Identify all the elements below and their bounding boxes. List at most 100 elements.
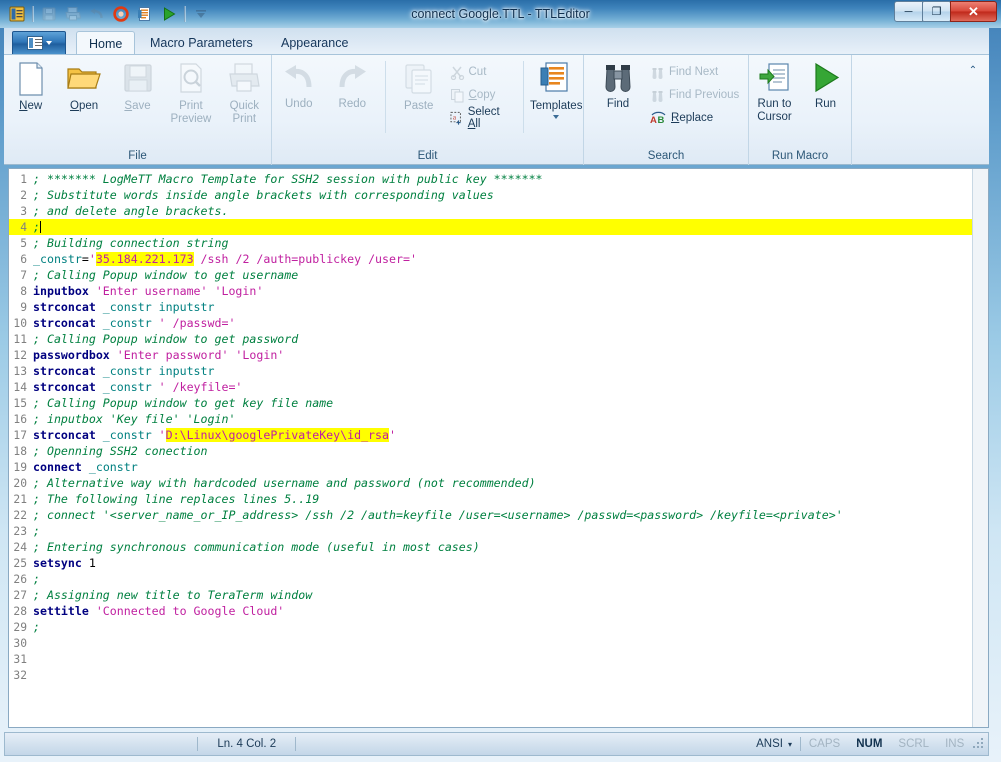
code-line-text[interactable]: ; [33,524,40,538]
code-line[interactable]: 18 ; Openning SSH2 conection [9,443,988,459]
code-line[interactable]: 28 settitle 'Connected to Google Cloud' [9,603,988,619]
code-line[interactable]: 23; [9,523,988,539]
code-line[interactable]: 29; [9,619,988,635]
find-previous-button[interactable]: Find Previous [646,85,743,105]
code-line[interactable]: 30 [9,635,988,651]
chevron-down-icon[interactable]: ▾ [788,740,792,749]
minimize-ribbon-icon[interactable]: ⌃ [965,63,981,77]
code-lines[interactable]: 1 ; ******* LogMeTT Macro Template for SS… [9,171,988,683]
run-icon[interactable] [158,3,180,25]
code-line[interactable]: 13 strconcat _constr inputstr [9,363,988,379]
cut-button[interactable]: Cut [446,62,517,82]
redo-button[interactable]: Redo [326,57,380,133]
code-line[interactable]: 1 ; ******* LogMeTT Macro Template for SS… [9,171,988,187]
tab-macro-parameters[interactable]: Macro Parameters [138,31,265,55]
code-line-text[interactable]: inputbox 'Enter username' 'Login' [33,284,263,298]
code-line-text[interactable]: ; Entering synchronous communication mod… [33,540,480,554]
chevron-down-icon[interactable] [190,3,212,25]
stop-record-icon[interactable] [110,3,132,25]
undo-icon[interactable] [86,3,108,25]
maximize-button[interactable]: ❐ [922,1,951,22]
close-button[interactable]: ✕ [950,1,997,22]
code-line[interactable]: 8 inputbox 'Enter username' 'Login' [9,283,988,299]
code-line-text[interactable]: settitle 'Connected to Google Cloud' [33,604,284,618]
new-button[interactable]: New [4,57,57,133]
code-line[interactable]: 9 strconcat _constr inputstr [9,299,988,315]
app-icon[interactable] [6,3,28,25]
code-line[interactable]: 16 ; inputbox 'Key file' 'Login' [9,411,988,427]
code-line-text[interactable]: ; Alternative way with hardcoded usernam… [33,476,536,490]
code-line[interactable]: 7 ; Calling Popup window to get username [9,267,988,283]
code-line[interactable]: 22 ; connect '<server_name_or_IP_address>… [9,507,988,523]
code-line[interactable]: 32 [9,667,988,683]
paste-button[interactable]: Paste [392,57,446,133]
select-all-button[interactable]: a Select All [446,106,517,130]
open-button[interactable]: Open [57,57,110,133]
code-line-text[interactable]: ; Openning SSH2 conection [33,444,208,458]
code-line-text[interactable]: ; [33,572,40,586]
code-line[interactable]: 4; [9,219,988,235]
code-line[interactable]: 17 strconcat _constr 'D:\Linux\googlePriv… [9,427,988,443]
tab-appearance[interactable]: Appearance [269,31,360,55]
code-line[interactable]: 25 setsync 1 [9,555,988,571]
code-line[interactable]: 27 ; Assigning new title to TeraTerm wind… [9,587,988,603]
code-line-text[interactable]: connect _constr [33,460,138,474]
code-line-text[interactable]: ; Calling Popup window to get username [33,268,298,282]
replace-button[interactable]: A B Replace [646,108,743,128]
find-next-button[interactable]: Find Next [646,62,743,82]
code-line[interactable]: 15 ; Calling Popup window to get key file… [9,395,988,411]
copy-button[interactable]: Copy [446,85,517,105]
code-line-text[interactable]: ; [33,220,41,234]
code-line-text[interactable]: ; Calling Popup window to get key file n… [33,396,333,410]
code-line[interactable]: 11 ; Calling Popup window to get password [9,331,988,347]
code-line[interactable]: 20 ; Alternative way with hardcoded usern… [9,475,988,491]
print-preview-button[interactable]: Print Preview [164,57,217,133]
minimize-button[interactable]: ─ [894,1,923,22]
code-editor[interactable]: 1 ; ******* LogMeTT Macro Template for SS… [8,168,989,728]
code-line-text[interactable]: strconcat _constr inputstr [33,300,215,314]
code-line-text[interactable]: ; The following line replaces lines 5..1… [33,492,319,506]
print-icon[interactable] [62,3,84,25]
chevron-down-icon[interactable] [553,115,560,119]
code-line-text[interactable]: strconcat _constr inputstr [33,364,215,378]
quick-print-button[interactable]: Quick Print [218,57,271,133]
code-line[interactable]: 10 strconcat _constr ' /passwd=' [9,315,988,331]
code-line[interactable]: 14 strconcat _constr ' /keyfile=' [9,379,988,395]
code-line[interactable]: 6 _constr='35.184.221.173 /ssh /2 /auth=p… [9,251,988,267]
code-line-text[interactable]: strconcat _constr ' /keyfile=' [33,380,242,394]
code-line-text[interactable]: ; Building connection string [33,236,228,250]
editor-vertical-scrollbar[interactable] [972,169,988,727]
encoding-selector[interactable]: ANSI ▾ [748,733,800,755]
code-line-text[interactable]: _constr='35.184.221.173 /ssh /2 /auth=pu… [33,252,417,266]
code-line-text[interactable]: ; ******* LogMeTT Macro Template for SSH… [33,172,543,186]
code-line-text[interactable]: passwordbox 'Enter password' 'Login' [33,348,284,362]
templates-button[interactable]: Templates [529,57,583,133]
undo-button[interactable]: Undo [272,57,326,133]
code-line[interactable]: 3 ; and delete angle brackets. [9,203,988,219]
find-button[interactable]: Find [590,57,646,133]
code-line-text[interactable]: ; Calling Popup window to get password [33,332,298,346]
code-line-text[interactable]: ; and delete angle brackets. [33,204,228,218]
run-to-cursor-button[interactable]: Run to Cursor [749,57,800,133]
code-line-text[interactable]: ; inputbox 'Key file' 'Login' [33,412,235,426]
code-line[interactable]: 2 ; Substitute words inside angle bracket… [9,187,988,203]
code-line[interactable]: 26; [9,571,988,587]
code-line-text[interactable]: setsync 1 [33,556,96,570]
code-line[interactable]: 21 ; The following line replaces lines 5.… [9,491,988,507]
code-line-text[interactable]: strconcat _constr 'D:\Linux\googlePrivat… [33,428,396,442]
code-line[interactable]: 24 ; Entering synchronous communication m… [9,539,988,555]
code-line[interactable]: 31 [9,651,988,667]
code-line-text[interactable]: ; Substitute words inside angle brackets… [33,188,494,202]
code-editor-viewport[interactable]: 1 ; ******* LogMeTT Macro Template for SS… [9,169,988,727]
resize-grip[interactable] [972,737,985,751]
code-line-text[interactable]: strconcat _constr ' /passwd=' [33,316,235,330]
code-line[interactable]: 12 passwordbox 'Enter password' 'Login' [9,347,988,363]
app-menu-button[interactable] [12,31,66,55]
templates-icon[interactable] [134,3,156,25]
code-line-text[interactable]: ; [33,620,40,634]
tab-home[interactable]: Home [76,31,136,55]
save-icon[interactable] [38,3,60,25]
code-line-text[interactable]: ; Assigning new title to TeraTerm window [33,588,312,602]
code-line[interactable]: 5 ; Building connection string [9,235,988,251]
save-button[interactable]: Save [111,57,164,133]
